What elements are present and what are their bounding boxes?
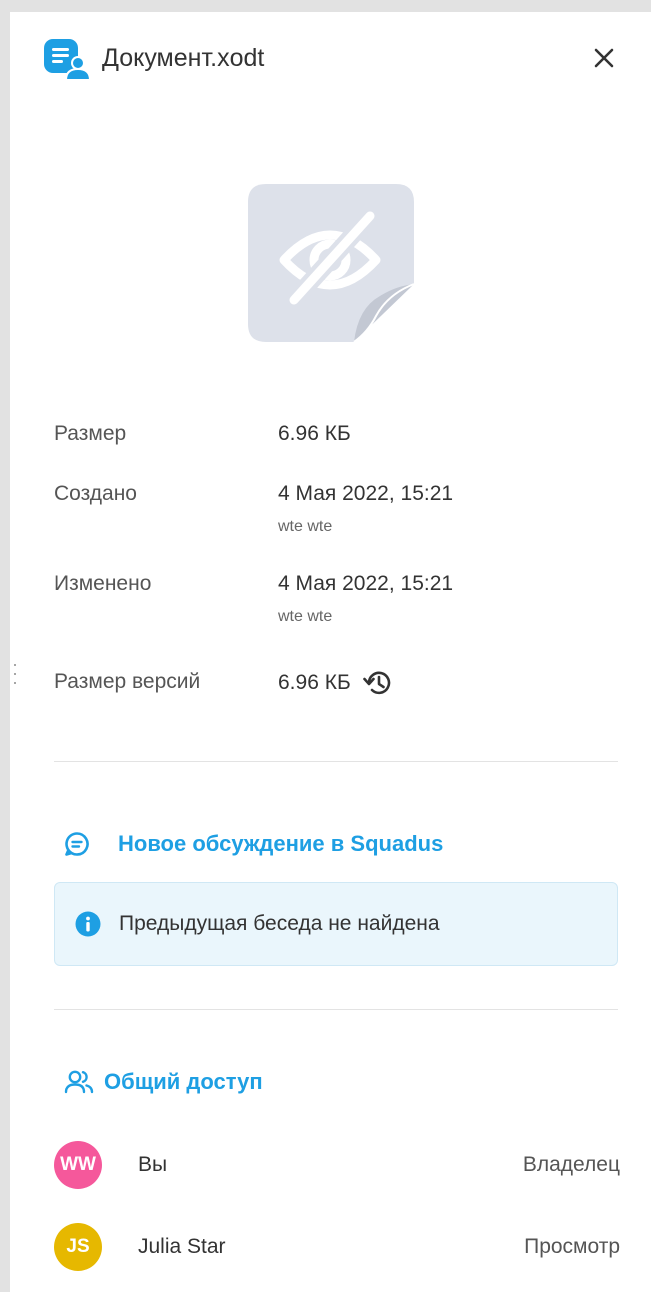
property-value: 6.96 КБ [278, 668, 393, 698]
close-button[interactable] [588, 42, 620, 74]
file-preview-placeholder [246, 176, 422, 346]
property-label: Создано [54, 482, 137, 505]
property-author: wte wte [278, 518, 333, 535]
property-value: 4 Мая 2022, 15:21 [278, 482, 454, 505]
chat-icon [65, 832, 89, 856]
no-preview-eye-slash-icon [248, 184, 415, 343]
panel-header: Документ.xodt [44, 36, 620, 81]
divider [54, 1009, 618, 1010]
info-icon [75, 911, 101, 937]
property-label: Изменено [54, 572, 152, 595]
property-label: Размер версий [54, 670, 201, 693]
property-value: 4 Мая 2022, 15:21 [278, 572, 454, 595]
file-title: Документ.xodt [102, 43, 265, 72]
member-name: Вы [138, 1153, 168, 1176]
property-value: 6.96 КБ [278, 422, 351, 445]
users-icon [64, 1070, 94, 1094]
property-author: wte wte [278, 608, 333, 625]
member-row[interactable]: WW Вы Владелец [54, 1140, 620, 1190]
member-name: Julia Star [138, 1235, 226, 1258]
new-discussion-label: Новое обсуждение в Squadus [118, 831, 444, 856]
member-role[interactable]: Просмотр [524, 1235, 620, 1259]
avatar: JS [54, 1223, 102, 1271]
info-message-text: Предыдущая беседа не найдена [119, 912, 440, 935]
member-row[interactable]: JS Julia Star Просмотр [54, 1222, 620, 1272]
window-frame-left [0, 0, 10, 1292]
property-label: Размер [54, 422, 127, 445]
history-icon[interactable] [362, 668, 393, 698]
member-role[interactable]: Владелец [523, 1153, 620, 1177]
info-message: Предыдущая беседа не найдена [54, 882, 618, 966]
close-icon [594, 48, 614, 68]
shared-document-icon [44, 36, 92, 81]
sharing-link[interactable]: Общий доступ [64, 1062, 263, 1102]
divider [54, 761, 618, 762]
new-discussion-link[interactable]: Новое обсуждение в Squadus [64, 824, 443, 864]
window-frame-top [0, 0, 651, 12]
resize-handle[interactable] [13, 664, 17, 684]
sharing-title: Общий доступ [104, 1069, 263, 1094]
avatar: WW [54, 1141, 102, 1189]
